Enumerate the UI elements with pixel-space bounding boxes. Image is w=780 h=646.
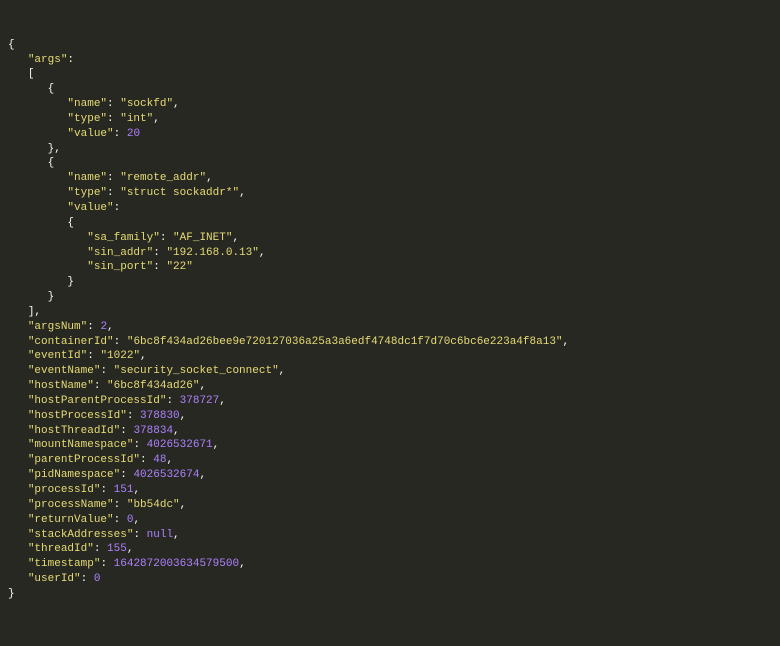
json-code-block: { "args": [ { "name": "sockfd", "type": … xyxy=(8,38,772,602)
